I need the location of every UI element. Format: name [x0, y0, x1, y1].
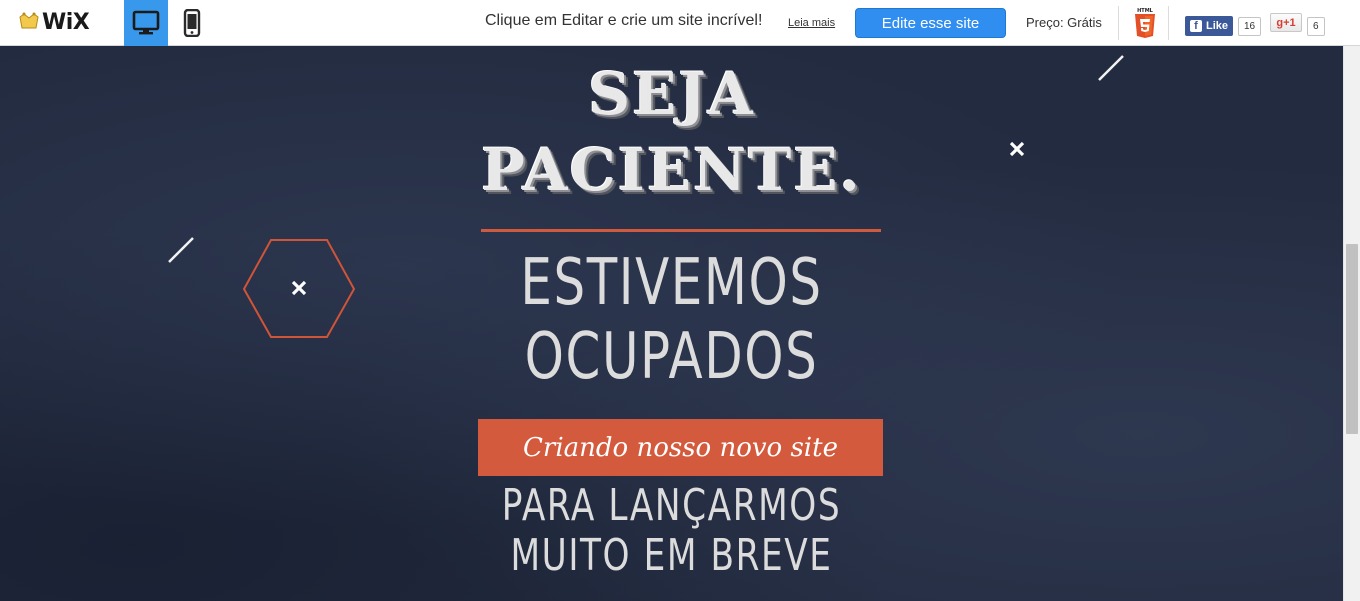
toolbar-divider	[1118, 6, 1119, 40]
wix-logo-text: WiX	[42, 9, 90, 35]
promo-text: Clique em Editar e crie um site incrível…	[485, 12, 763, 29]
read-more-link[interactable]: Leia mais	[788, 17, 835, 29]
google-plus-button[interactable]: g+1	[1270, 13, 1302, 32]
busy-line-2: OCUPADOS	[524, 320, 819, 394]
divider-line	[481, 229, 881, 232]
wix-logo[interactable]: WiX	[18, 9, 90, 35]
facebook-like-button[interactable]: f Like	[1185, 16, 1234, 36]
edit-site-button[interactable]: Edite esse site	[855, 8, 1006, 38]
google-plus-count: 6	[1307, 17, 1325, 36]
mobile-icon	[183, 9, 201, 37]
launch-line-2: MUITO EM BREVE	[510, 530, 833, 581]
new-site-banner: Criando nosso novo site	[478, 419, 883, 476]
banner-text: Criando nosso novo site	[523, 432, 838, 463]
html5-icon: HTML	[1135, 8, 1155, 38]
facebook-like-label: Like	[1206, 20, 1229, 32]
price-label: Preço: Grátis	[1026, 15, 1102, 30]
desktop-view-button[interactable]	[124, 0, 168, 46]
site-preview: SEJA PACIENTE. ESTIVEMOS OCUPADOS Criand…	[0, 46, 1343, 601]
toolbar-divider	[1168, 6, 1169, 40]
headline-line-1: SEJA	[588, 60, 755, 128]
busy-line-1: ESTIVEMOS	[520, 246, 823, 320]
scrollbar-thumb[interactable]	[1346, 244, 1358, 434]
headline-line-2: PACIENTE.	[481, 136, 862, 204]
wix-toolbar: WiX Clique em Editar e crie um site incr…	[0, 0, 1360, 46]
wix-crown-icon	[19, 12, 39, 29]
html5-label: HTML	[1137, 8, 1154, 14]
facebook-icon: f	[1190, 20, 1202, 32]
mobile-view-button[interactable]	[170, 0, 214, 46]
launch-line-1: PARA LANÇARMOS	[501, 480, 842, 531]
facebook-like-count: 16	[1238, 17, 1262, 36]
desktop-icon	[132, 10, 160, 35]
